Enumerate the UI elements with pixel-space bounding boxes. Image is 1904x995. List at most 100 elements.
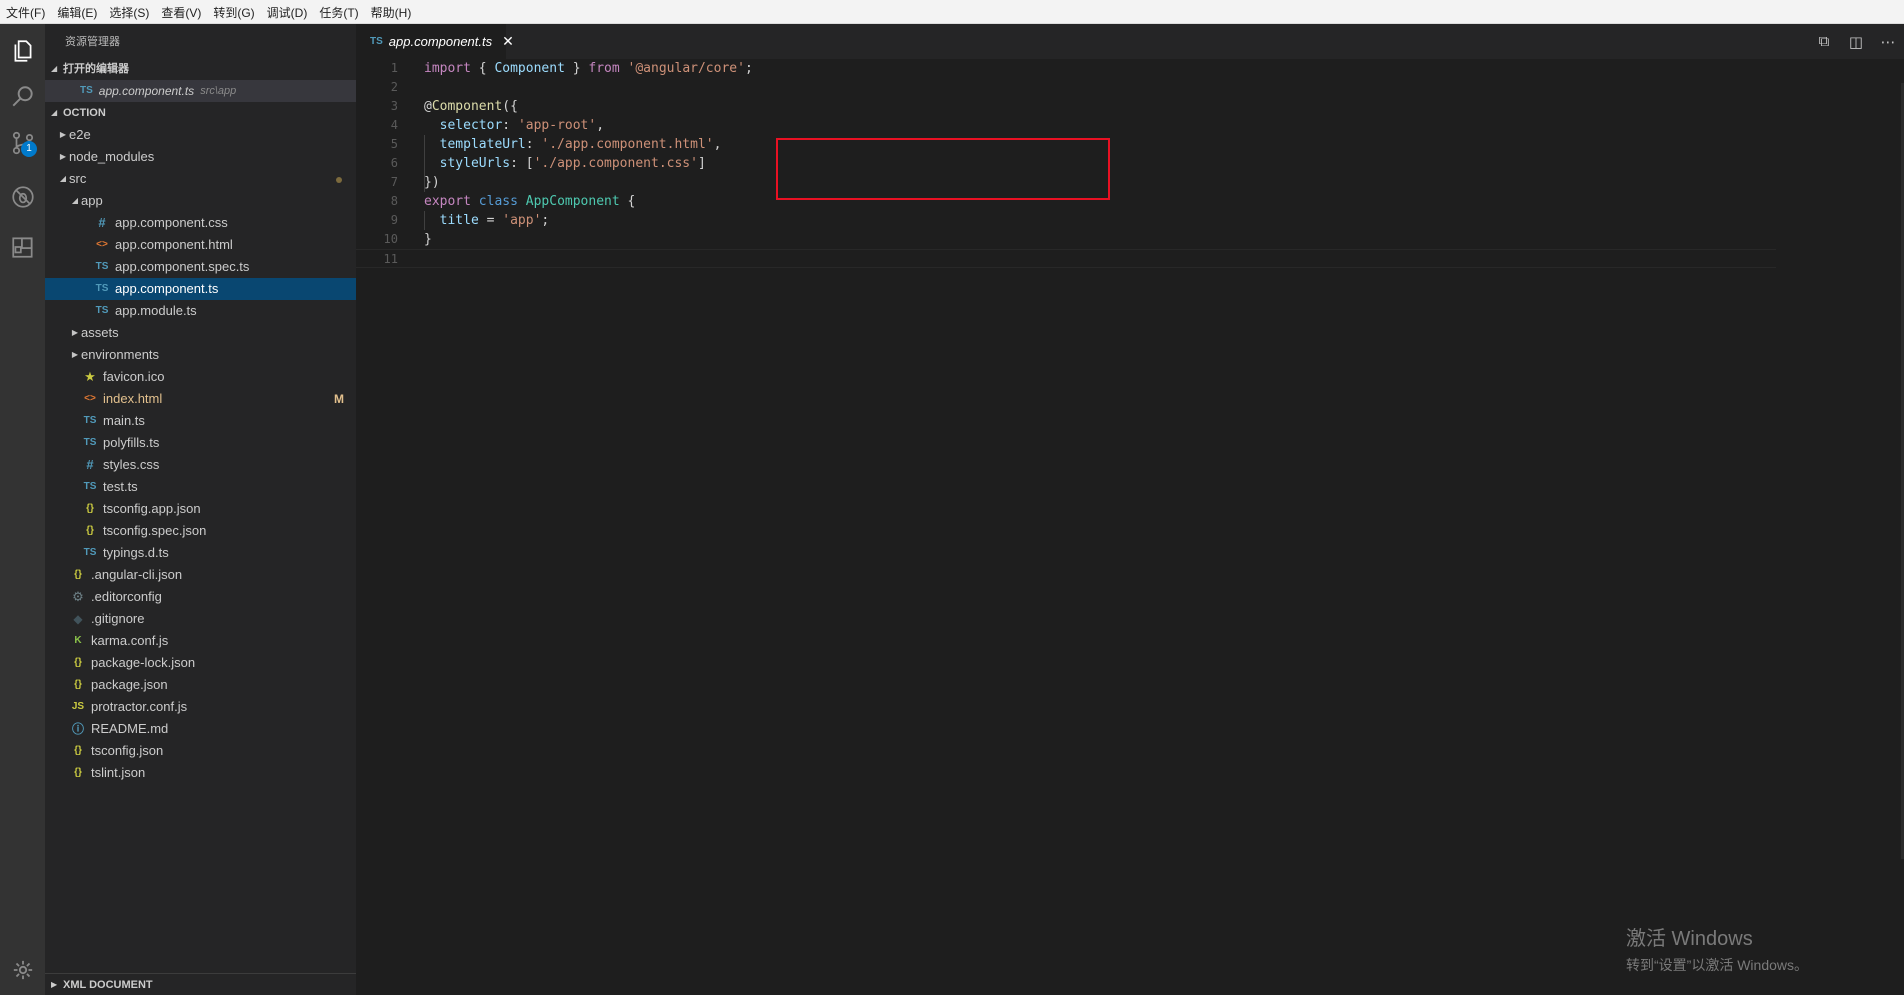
tree-file[interactable]: Kkarma.conf.js [45, 630, 356, 652]
menu-item[interactable]: 调试(D) [261, 0, 314, 24]
tree-item-label: tslint.json [91, 765, 146, 780]
tree-file[interactable]: TS typings.d.ts [45, 542, 356, 564]
code-text: title = 'app'; [424, 211, 550, 230]
tree-file[interactable]: TS app.component.spec.ts [45, 256, 356, 278]
open-editor-item[interactable]: TS app.component.ts src\app [45, 80, 356, 102]
menu-item[interactable]: 编辑(E) [51, 0, 103, 24]
tree-file[interactable]: ◆ .gitignore [45, 608, 356, 630]
info-icon: ⓘ [71, 722, 84, 736]
chevron-down-icon: ◢ [59, 174, 67, 183]
tree-file[interactable]: <> app.component.html [45, 234, 356, 256]
code-token: styleUrls [439, 156, 511, 171]
code-text: }) [424, 173, 440, 192]
tree-file[interactable]: TS app.component.ts [45, 278, 356, 300]
project-label: OCTION [63, 107, 106, 119]
tree-file[interactable]: {} .angular-cli.json [45, 564, 356, 586]
menu-item[interactable]: 转到(G) [207, 0, 260, 24]
menu-item[interactable]: 查看(V) [155, 0, 207, 24]
chevron-right-icon: ▶ [71, 328, 79, 337]
code-token: './app.component.html' [541, 137, 714, 152]
menu-item[interactable]: 帮助(H) [365, 0, 418, 24]
settings-gear-icon[interactable] [0, 955, 45, 985]
source-control-icon[interactable]: 1 [0, 120, 45, 165]
extensions-icon[interactable] [0, 224, 45, 269]
tree-file[interactable]: ⚙ .editorconfig [45, 586, 356, 608]
tree-file[interactable]: TS app.module.ts [45, 300, 356, 322]
tab-label: app.component.ts [388, 34, 493, 49]
tree-file[interactable]: {} tsconfig.spec.json [45, 520, 356, 542]
code-token: import [424, 61, 471, 76]
code-token: ({ [502, 99, 518, 114]
tree-file[interactable]: TS test.ts [45, 476, 356, 498]
code-token: : [ [510, 156, 534, 171]
line-number: 9 [390, 213, 398, 227]
tree-item-label: tsconfig.app.json [103, 501, 201, 516]
tree-item-label: styles.css [103, 457, 160, 472]
javascript-file-icon: JS [71, 701, 85, 712]
code-token: } [564, 61, 589, 76]
tree-folder[interactable]: ▶ e2e [45, 124, 356, 146]
menu-item[interactable]: 文件(F) [0, 0, 51, 24]
tree-item-label: app.module.ts [115, 303, 197, 318]
code-editor[interactable]: 1 import { Component } from '@angular/cor… [356, 59, 1904, 268]
watermark-title: 激活 Windows [1626, 928, 1753, 950]
tree-folder[interactable]: ▶ environments [45, 344, 356, 366]
menu-item[interactable]: 选择(S) [103, 0, 155, 24]
tree-item-label: assets [81, 325, 119, 340]
chevron-right-icon: ▶ [51, 980, 58, 989]
tree-file[interactable]: {} tsconfig.app.json [45, 498, 356, 520]
code-line: 10} [356, 230, 1904, 249]
tree-file[interactable]: # styles.css [45, 454, 356, 476]
code-token: from [588, 61, 620, 76]
debug-icon[interactable] [0, 174, 45, 219]
line-number: 11 [383, 252, 398, 266]
code-token: '@angular/core' [627, 61, 745, 76]
tree-item-label: app.component.ts [115, 281, 219, 296]
open-editor-name: app.component.ts [98, 84, 195, 98]
open-changes-icon[interactable]: ⧉ [1808, 33, 1840, 50]
watermark-subtitle: 转到“设置”以激活 Windows。 [1626, 957, 1809, 973]
tree-file[interactable]: # app.component.css [45, 212, 356, 234]
tree-file[interactable]: ⓘ README.md [45, 718, 356, 740]
tree-item-label: protractor.conf.js [91, 699, 188, 714]
tree-item-label: package-lock.json [91, 655, 196, 670]
tree-file[interactable]: {} tslint.json [45, 762, 356, 784]
code-token: 'app' [502, 213, 542, 228]
xml-document-section-header[interactable]: ▶ XML DOCUMENT [45, 973, 356, 995]
tree-folder[interactable]: ◢ app [45, 190, 356, 212]
close-icon[interactable]: ✕ [502, 33, 514, 50]
tree-file[interactable]: JS protractor.conf.js [45, 696, 356, 718]
git-diamond-icon: ◆ [73, 612, 83, 626]
search-icon[interactable] [0, 74, 45, 119]
tree-file[interactable]: TS polyfills.ts [45, 432, 356, 454]
tree-file[interactable]: <> index.html M [45, 388, 356, 410]
activity-bar: 1 [0, 24, 45, 995]
windows-activation-watermark: 激活 Windows 转到“设置”以激活 Windows。 [1626, 922, 1808, 975]
tree-file[interactable]: {} package.json [45, 674, 356, 696]
tree-folder[interactable]: ◢ src [45, 168, 356, 190]
explorer-icon[interactable] [0, 28, 45, 73]
tree-folder[interactable]: ▶ assets [45, 322, 356, 344]
tree-file[interactable]: TS main.ts [45, 410, 356, 432]
tab-app-component-ts[interactable]: TS app.component.ts ✕ [356, 24, 514, 59]
code-text: selector: 'app-root', [424, 116, 604, 135]
code-token: './app.component.css' [533, 156, 698, 171]
tree-file[interactable]: {} package-lock.json [45, 652, 356, 674]
split-editor-icon[interactable]: ◫ [1840, 33, 1872, 51]
more-actions-icon[interactable]: ⋯ [1872, 33, 1904, 51]
css-file-icon: # [86, 457, 94, 472]
project-header[interactable]: ◢ OCTION [45, 102, 356, 124]
tree-file[interactable]: {} tsconfig.json [45, 740, 356, 762]
open-editors-header[interactable]: ◢ 打开的编辑器 [45, 58, 356, 80]
tree-item-label: .editorconfig [91, 589, 162, 604]
menu-item[interactable]: 任务(T) [313, 0, 364, 24]
tree-file[interactable]: ★ favicon.ico [45, 366, 356, 388]
tree-folder[interactable]: ▶ node_modules [45, 146, 356, 168]
tree-item-label: node_modules [69, 149, 155, 164]
line-number: 8 [390, 194, 398, 208]
html-file-icon: <> [96, 239, 108, 250]
tree-item-label: README.md [91, 721, 169, 736]
